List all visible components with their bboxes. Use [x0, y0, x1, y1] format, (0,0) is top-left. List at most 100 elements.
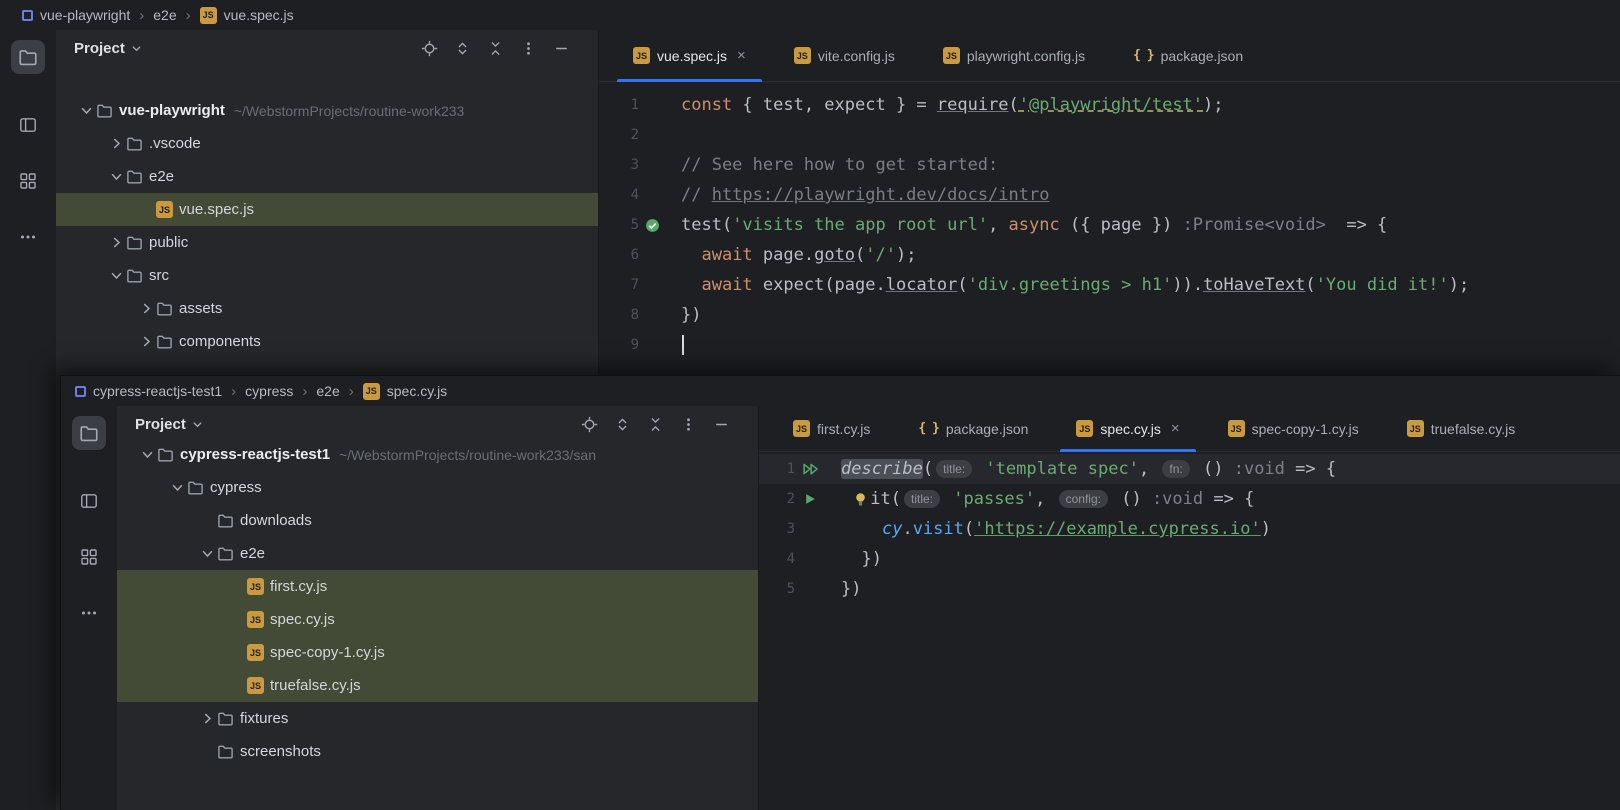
tool-window-button-structure[interactable]	[72, 484, 106, 518]
tab-spec-copy-1-cy-js[interactable]: JSspec-copy-1.cy.js	[1204, 406, 1383, 451]
tool-window-button-project[interactable]	[72, 416, 106, 450]
collapse-icon[interactable]	[646, 415, 664, 433]
tree-item-spec-copy-1-cy-js[interactable]: JSspec-copy-1.cy.js	[117, 636, 758, 669]
tool-window-button-structure[interactable]	[11, 108, 45, 142]
chevron-down-icon[interactable]	[76, 104, 96, 117]
expand-icon[interactable]	[613, 415, 631, 433]
tree-item-e2e[interactable]: e2e	[117, 537, 758, 570]
close-icon[interactable]: ×	[737, 47, 746, 64]
chevron-right-icon[interactable]	[136, 335, 156, 348]
breadcrumb-item-cypress-reactjs-test1[interactable]: cypress-reactjs-test1	[75, 383, 222, 399]
run-icon[interactable]	[795, 492, 825, 506]
line-number: 1	[599, 97, 639, 113]
breadcrumb-separator: ›	[139, 7, 144, 24]
breadcrumb-item-e2e[interactable]: e2e	[316, 383, 339, 399]
tool-window-button-more[interactable]	[11, 220, 45, 254]
code-token: ({ page })	[1070, 215, 1183, 235]
tab-package-json[interactable]: { }package.json	[1109, 30, 1267, 81]
breadcrumb-item-vue-playwright[interactable]: vue-playwright	[22, 7, 130, 23]
code-token: );	[1449, 275, 1469, 295]
expand-icon[interactable]	[453, 39, 471, 57]
code-text: await expect(page.locator('div.greetings…	[681, 275, 1469, 295]
line-number: 7	[599, 277, 639, 293]
tab-package-json[interactable]: { } package.json	[894, 406, 1052, 451]
tool-window-button-services[interactable]	[72, 540, 106, 574]
chevron-down-icon[interactable]	[106, 269, 126, 282]
project-panel-title[interactable]: Project	[74, 40, 125, 57]
tree-item-public[interactable]: public	[56, 226, 598, 259]
tree-item-first-cy-js[interactable]: JSfirst.cy.js	[117, 570, 758, 603]
tab-label: spec.cy.js	[1100, 421, 1160, 437]
locate-icon[interactable]	[420, 39, 438, 57]
chevron-down-icon[interactable]	[106, 170, 126, 183]
breadcrumb-item-cypress[interactable]: cypress	[245, 383, 293, 399]
tool-window-button-more[interactable]	[72, 596, 106, 630]
options-icon[interactable]	[519, 39, 537, 57]
tree-item-vue-spec-js[interactable]: JSvue.spec.js	[56, 193, 598, 226]
tab-first-cy-js[interactable]: JSfirst.cy.js	[769, 406, 894, 451]
breadcrumb-item-e2e[interactable]: e2e	[153, 7, 176, 23]
code-token: 'visits the app root url'	[732, 215, 988, 235]
tree-item-fixtures[interactable]: fixtures	[117, 702, 758, 735]
options-icon[interactable]	[679, 415, 697, 433]
tab-playwright-config-js[interactable]: JSplaywright.config.js	[919, 30, 1109, 81]
code-line: 5test('visits the app root url', async (…	[599, 210, 1620, 240]
tree-item-path: ~/WebstormProjects/routine-work233	[234, 103, 464, 119]
tree-item-label: assets	[179, 300, 222, 317]
bulb-icon[interactable]	[851, 492, 870, 507]
breadcrumb: vue-playwright›e2e›JSvue.spec.js	[0, 0, 1620, 30]
tab-label: first.cy.js	[817, 421, 870, 437]
tab-truefalse-cy-js[interactable]: JStruefalse.cy.js	[1383, 406, 1540, 451]
close-icon[interactable]: ×	[1171, 420, 1180, 437]
tab-label: package.json	[946, 421, 1029, 437]
tab-spec-cy-js[interactable]: JSspec.cy.js×	[1052, 406, 1203, 451]
chevron-right-icon[interactable]	[106, 137, 126, 150]
tree-item-cypress-reactjs-test1[interactable]: cypress-reactjs-test1~/WebstormProjects/…	[117, 438, 758, 471]
run-all-icon[interactable]	[795, 462, 825, 476]
chevron-down-icon[interactable]	[137, 448, 157, 461]
tab-vue-spec-js[interactable]: JSvue.spec.js×	[609, 30, 770, 81]
tree-item-src[interactable]: src	[56, 259, 598, 292]
tree-item-assets[interactable]: assets	[56, 292, 598, 325]
breadcrumb-item-spec-cy-js[interactable]: JSspec.cy.js	[363, 383, 447, 400]
breadcrumb-label: vue-playwright	[40, 7, 130, 23]
chevron-right-icon[interactable]	[136, 302, 156, 315]
locate-icon[interactable]	[580, 415, 598, 433]
folder-icon	[126, 267, 143, 284]
breadcrumb-label: cypress	[245, 383, 293, 399]
tree-item-screenshots[interactable]: screenshots	[117, 735, 758, 768]
tree-item-components[interactable]: components	[56, 325, 598, 358]
project-panel-title[interactable]: Project	[135, 416, 186, 433]
code-text: const { test, expect } = require('@playw…	[681, 95, 1224, 115]
test-pass-icon[interactable]	[639, 218, 665, 233]
code-editor[interactable]: 1describe(title: 'template spec', fn: ()…	[759, 452, 1620, 810]
chevron-down-icon[interactable]	[192, 419, 203, 430]
editor-area[interactable]: JSfirst.cy.js{ }package.jsonJSspec.cy.js…	[758, 406, 1620, 810]
hide-icon[interactable]	[552, 39, 570, 57]
tree-item-label: vue.spec.js	[179, 201, 254, 218]
tree-item-cypress[interactable]: cypress	[117, 471, 758, 504]
tab-vite-config-js[interactable]: JSvite.config.js	[770, 30, 919, 81]
breadcrumb-separator: ›	[349, 383, 354, 400]
tree-item-e2e[interactable]: e2e	[56, 160, 598, 193]
chevron-down-icon[interactable]	[197, 547, 217, 560]
chevron-down-icon[interactable]	[131, 43, 142, 54]
hide-icon[interactable]	[712, 415, 730, 433]
chevron-right-icon[interactable]	[197, 712, 217, 725]
code-token: :void	[1234, 459, 1285, 479]
tree-item-truefalse-cy-js[interactable]: JStruefalse.cy.js	[117, 669, 758, 702]
code-text: })	[841, 549, 882, 569]
tree-item-vscode[interactable]: .vscode	[56, 127, 598, 160]
json-file-icon: { }	[918, 421, 938, 436]
tree-item-downloads[interactable]: downloads	[117, 504, 758, 537]
tree-item-spec-cy-js[interactable]: JSspec.cy.js	[117, 603, 758, 636]
chevron-right-icon[interactable]	[106, 236, 126, 249]
tool-window-button-project[interactable]	[11, 40, 45, 74]
code-token: await	[701, 275, 752, 295]
collapse-icon[interactable]	[486, 39, 504, 57]
chevron-down-icon[interactable]	[167, 481, 187, 494]
breadcrumb-item-vue-spec-js[interactable]: JSvue.spec.js	[200, 7, 294, 24]
tree-item-label: cypress	[210, 479, 262, 496]
tree-item-vue-playwright[interactable]: vue-playwright~/WebstormProjects/routine…	[56, 94, 598, 127]
tool-window-button-services[interactable]	[11, 164, 45, 198]
